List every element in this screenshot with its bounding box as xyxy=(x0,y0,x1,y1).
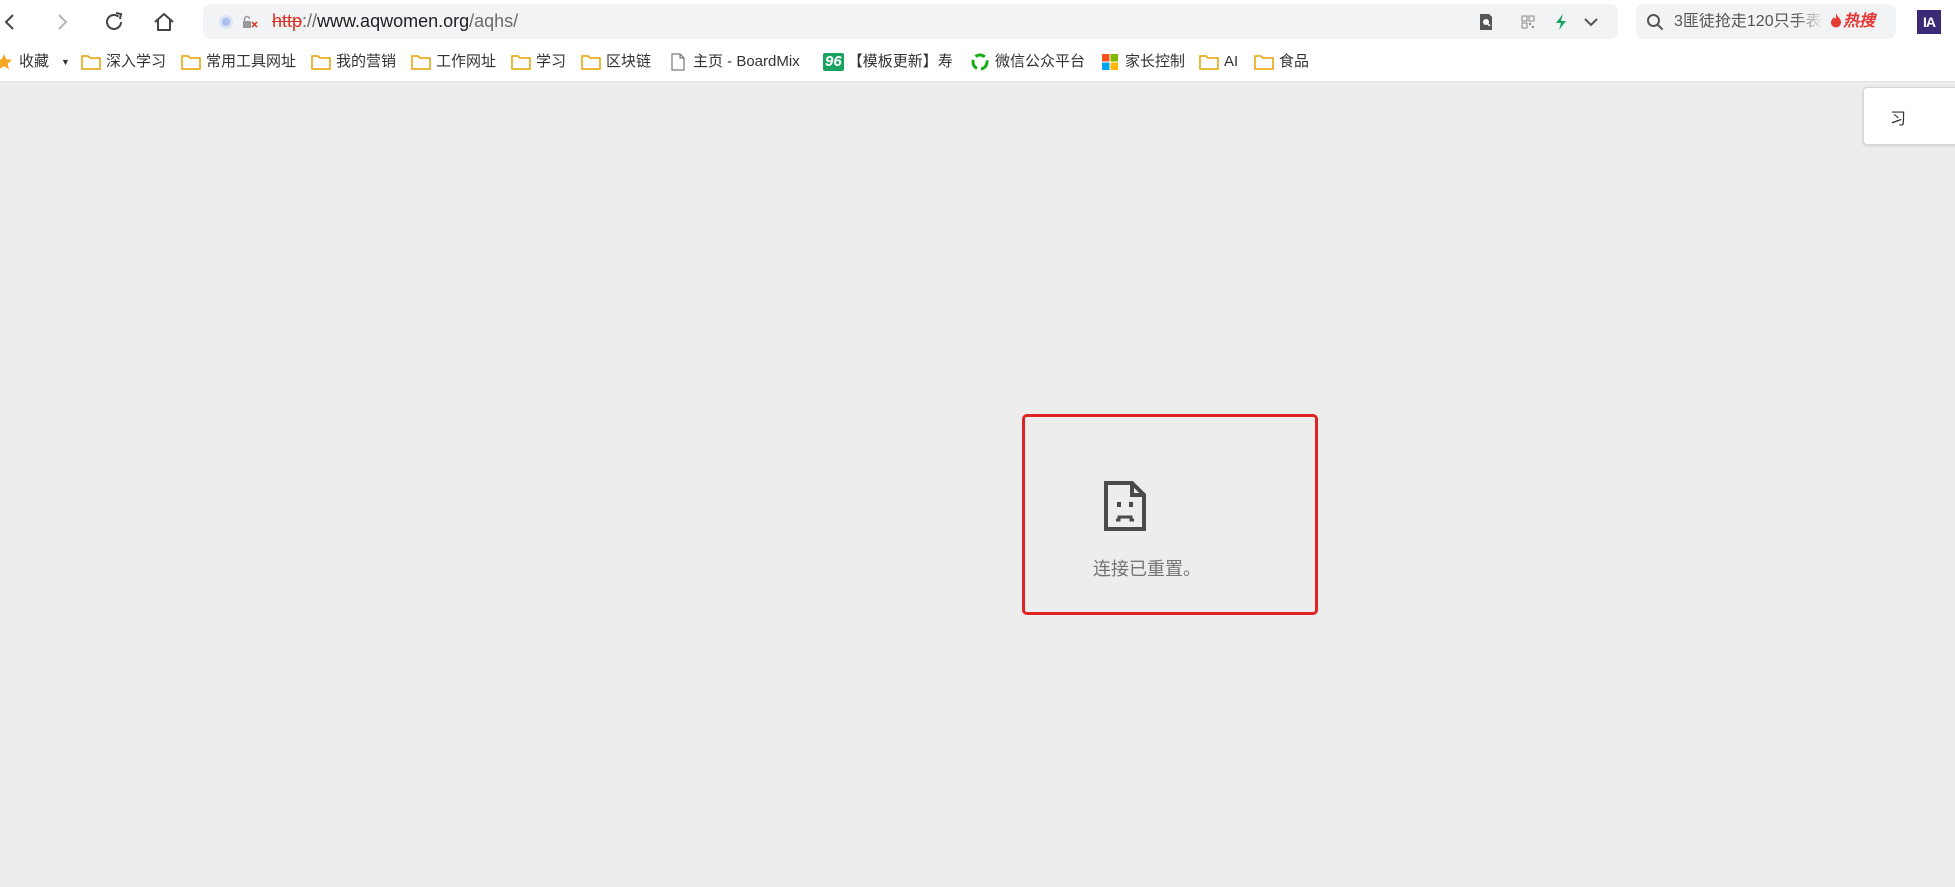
home-icon xyxy=(154,13,174,31)
bookmark-label: 区块链 xyxy=(606,53,652,70)
bookmark-item[interactable]: 主页 - BoardMix xyxy=(668,53,800,71)
search-box[interactable]: 3匪徒抢走120只手表 热搜 xyxy=(1636,4,1896,39)
bookmark-label: 主页 - BoardMix xyxy=(693,53,800,70)
url-scheme: http xyxy=(272,11,303,31)
bookmark-label: 家长控制 xyxy=(1125,53,1186,70)
folder-icon xyxy=(1199,53,1219,71)
url-path: /aqhs/ xyxy=(469,11,519,31)
hot-search-badge[interactable]: 热搜 xyxy=(1830,12,1875,31)
lightning-icon[interactable] xyxy=(1552,13,1570,31)
home-button[interactable] xyxy=(150,8,178,36)
bookmark-item[interactable]: 常用工具网址 xyxy=(181,53,296,71)
url-separator: :// xyxy=(302,11,318,31)
badge-96-icon: 96 xyxy=(823,53,844,71)
forward-button[interactable] xyxy=(48,8,76,36)
bookmark-favorites[interactable]: 收藏 ▼ xyxy=(0,53,70,71)
side-panel-tab-label: 习 xyxy=(1890,111,1907,128)
highlight-box xyxy=(1022,414,1318,615)
folder-icon xyxy=(181,53,201,71)
caret-down-icon: ▼ xyxy=(61,57,70,67)
sad-page-icon xyxy=(1104,481,1146,531)
bookmarks-bar: 收藏 ▼ 深入学习 常用工具网址 我的营销 工作网址 学习 区块链 主页 - B… xyxy=(0,43,1955,82)
bookmark-item[interactable]: 工作网址 xyxy=(411,53,496,71)
chevron-down-icon[interactable] xyxy=(1582,13,1600,31)
star-icon xyxy=(0,53,14,71)
bookmark-label: 【模板更新】寿 xyxy=(847,53,953,70)
bookmark-favorites-label: 收藏 xyxy=(19,53,50,70)
not-secure-icon[interactable] xyxy=(241,13,259,31)
bookmark-item[interactable]: 区块链 xyxy=(581,53,651,71)
bookmark-item[interactable]: 96 【模板更新】寿 xyxy=(823,53,953,71)
bookmark-label: 工作网址 xyxy=(436,53,497,70)
side-panel-tab[interactable]: 习 xyxy=(1863,87,1955,145)
hot-search-label: 热搜 xyxy=(1843,13,1876,30)
profile-avatar[interactable]: IA xyxy=(1917,10,1941,34)
bookmark-label: 学习 xyxy=(536,53,567,70)
back-button[interactable] xyxy=(0,8,24,36)
flame-icon xyxy=(1831,13,1841,28)
bookmark-label: 食品 xyxy=(1279,53,1310,70)
bookmark-item[interactable]: 深入学习 xyxy=(81,53,166,71)
bookmark-item[interactable]: 学习 xyxy=(511,53,566,71)
bookmark-label: AI xyxy=(1224,53,1239,70)
folder-icon xyxy=(1254,53,1274,71)
error-message: 连接已重置。 xyxy=(1093,559,1201,579)
bookmark-label: 我的营销 xyxy=(336,53,397,70)
folder-icon xyxy=(511,53,531,71)
bookmark-item[interactable]: 我的营销 xyxy=(311,53,396,71)
reload-button[interactable] xyxy=(100,8,128,36)
bookmark-item[interactable]: 食品 xyxy=(1254,53,1309,71)
site-info-icon[interactable] xyxy=(217,13,235,31)
qr-code-icon[interactable] xyxy=(1519,13,1537,31)
microsoft-icon xyxy=(1100,53,1120,71)
bookmark-item[interactable]: 家长控制 xyxy=(1100,53,1185,71)
browser-toolbar: http://www.aqwomen.org/aqhs/ 3匪徒抢走120只手表… xyxy=(0,0,1955,43)
folder-icon xyxy=(581,53,601,71)
folder-icon xyxy=(81,53,101,71)
wechat-icon xyxy=(970,53,990,71)
page-icon xyxy=(668,53,688,71)
address-bar[interactable]: http://www.aqwomen.org/aqhs/ xyxy=(203,4,1618,39)
bookmark-label: 深入学习 xyxy=(106,53,167,70)
bookmark-label: 常用工具网址 xyxy=(206,53,297,70)
back-arrow-icon xyxy=(4,14,14,30)
bookmark-item[interactable]: AI xyxy=(1199,53,1238,71)
reader-mode-icon[interactable] xyxy=(1477,13,1495,31)
search-query[interactable]: 3匪徒抢走120只手表 xyxy=(1674,13,1824,31)
bookmark-label: 微信公众平台 xyxy=(995,53,1086,70)
folder-icon xyxy=(311,53,331,71)
url-text[interactable]: http://www.aqwomen.org/aqhs/ xyxy=(272,11,518,31)
bookmark-item[interactable]: 微信公众平台 xyxy=(970,53,1085,71)
forward-arrow-icon xyxy=(58,14,68,30)
search-icon xyxy=(1646,13,1664,31)
folder-icon xyxy=(411,53,431,71)
url-host: www.aqwomen.org xyxy=(317,11,470,31)
reload-icon xyxy=(106,12,123,30)
